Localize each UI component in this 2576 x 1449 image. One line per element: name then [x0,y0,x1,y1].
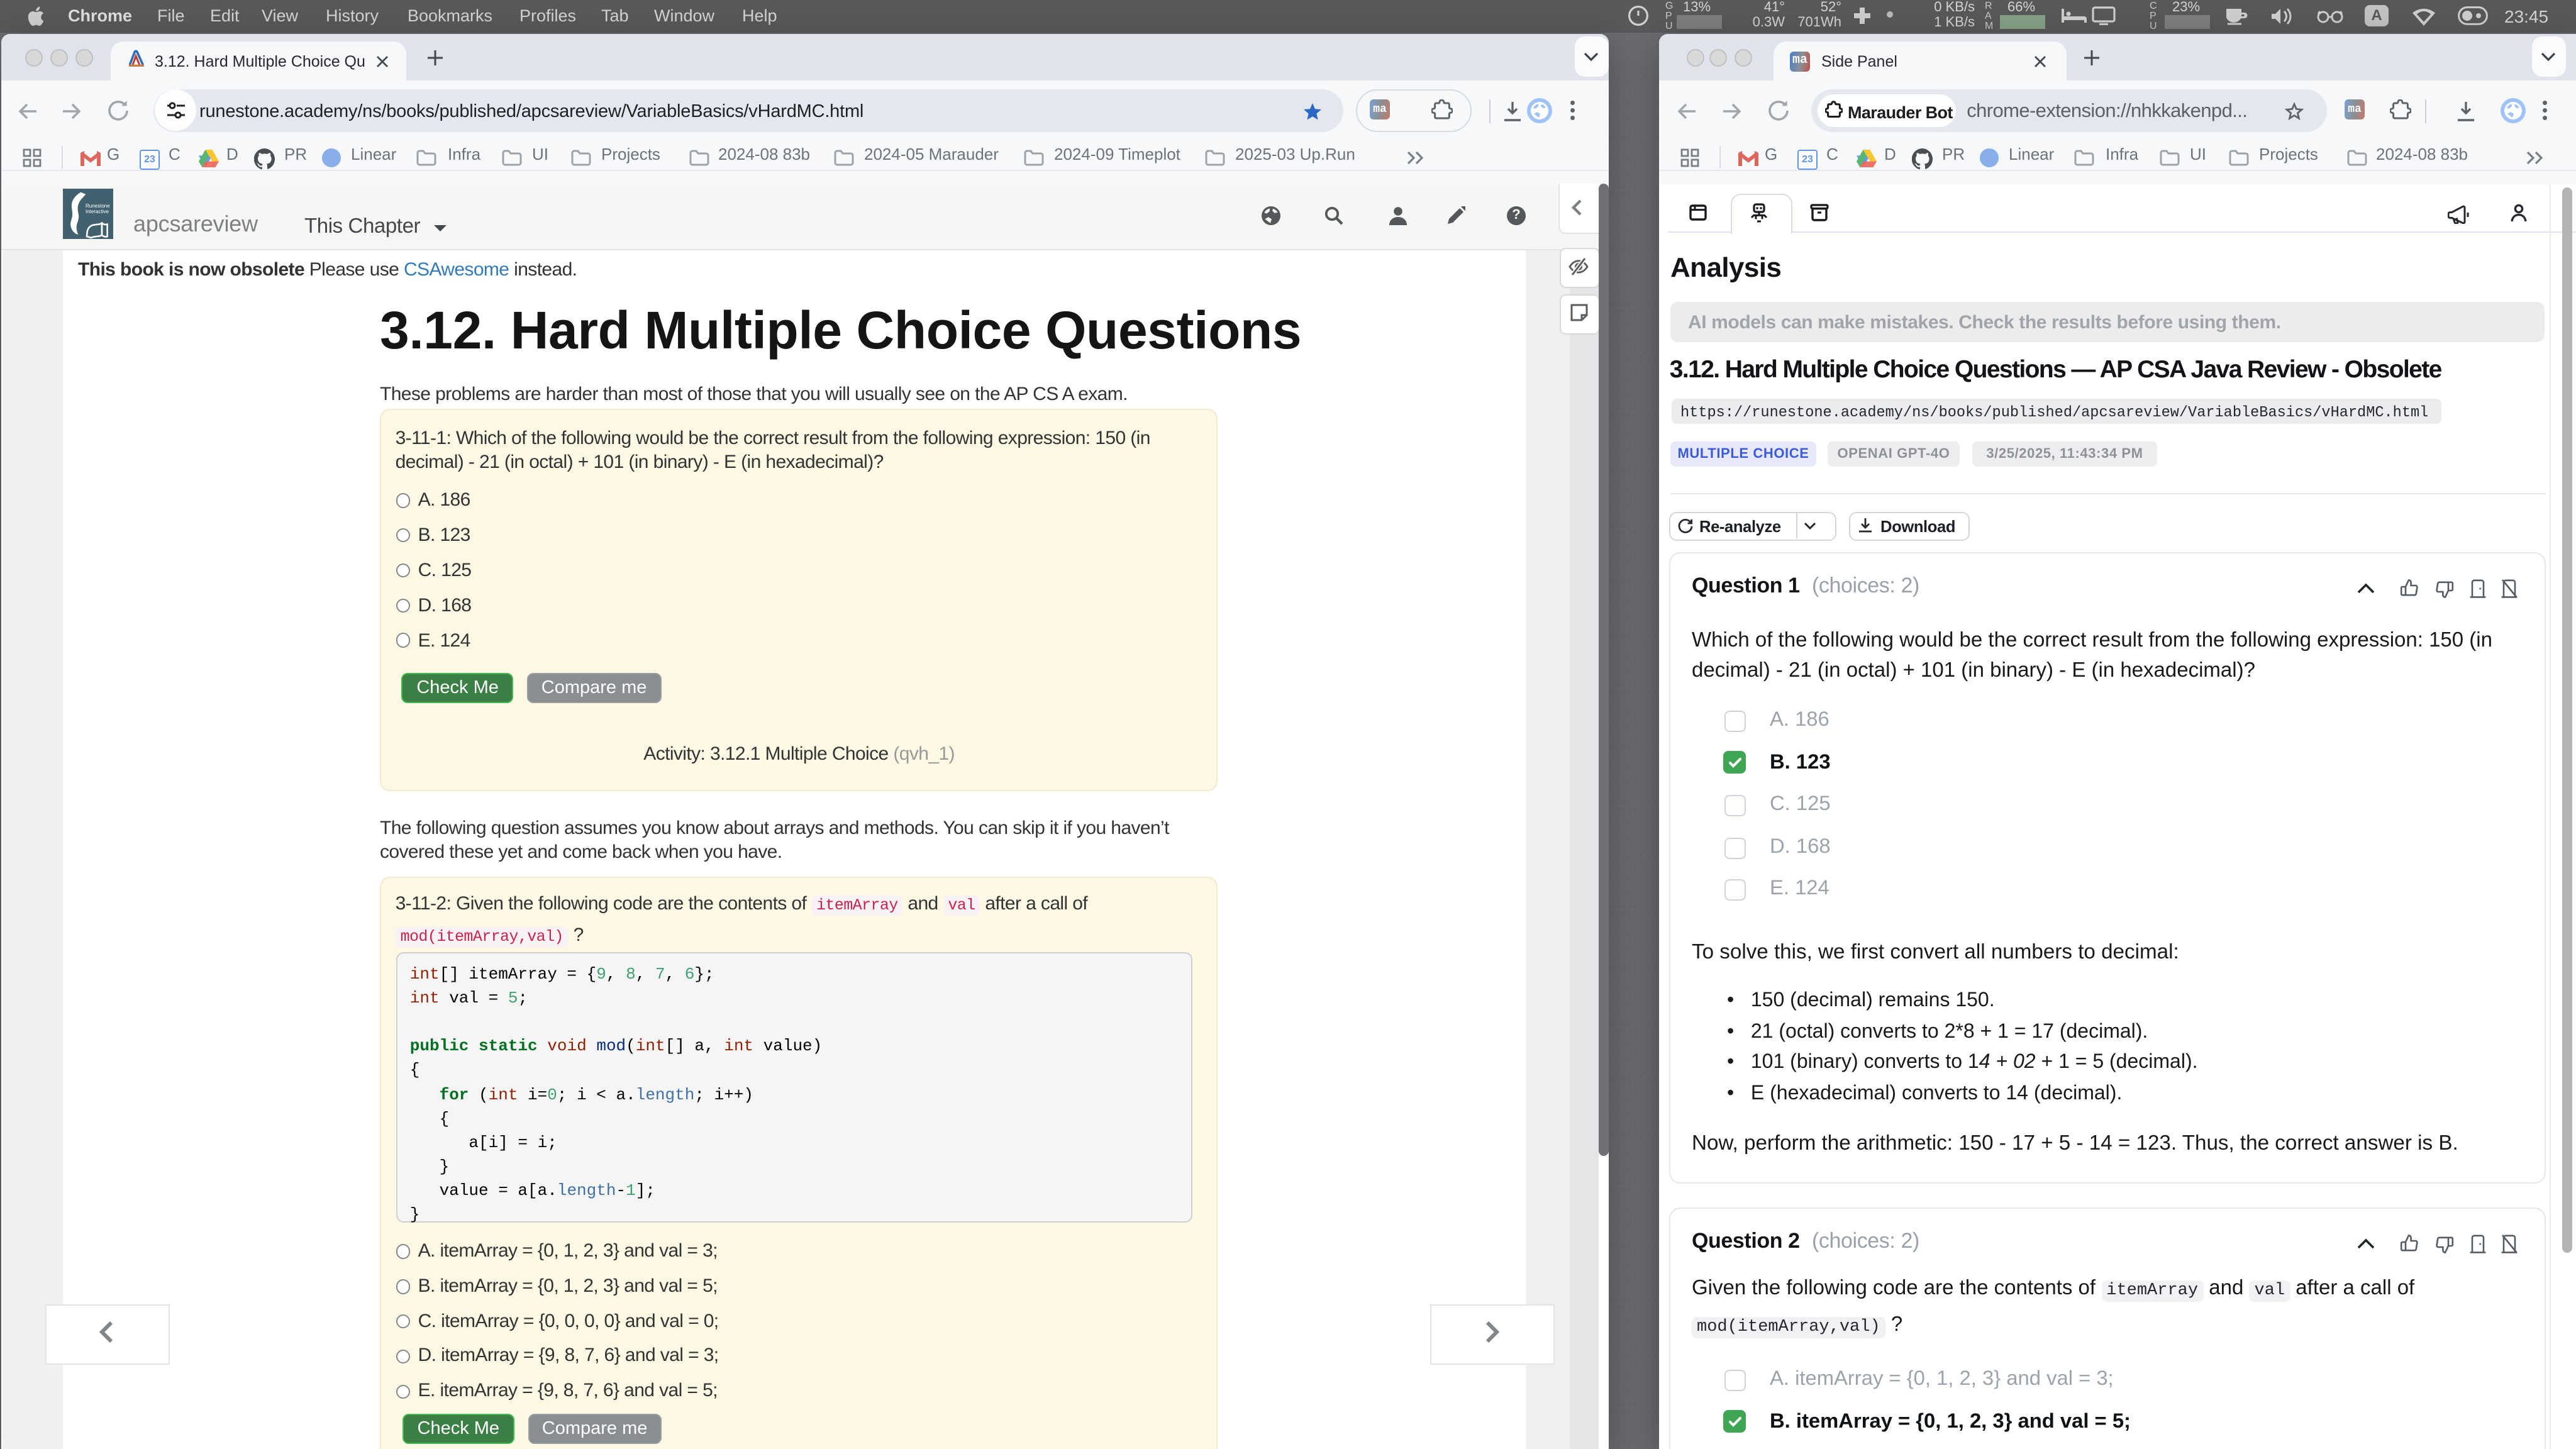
svg-text:Runestone: Runestone [86,203,110,209]
svg-text:Interactive: Interactive [86,209,109,214]
